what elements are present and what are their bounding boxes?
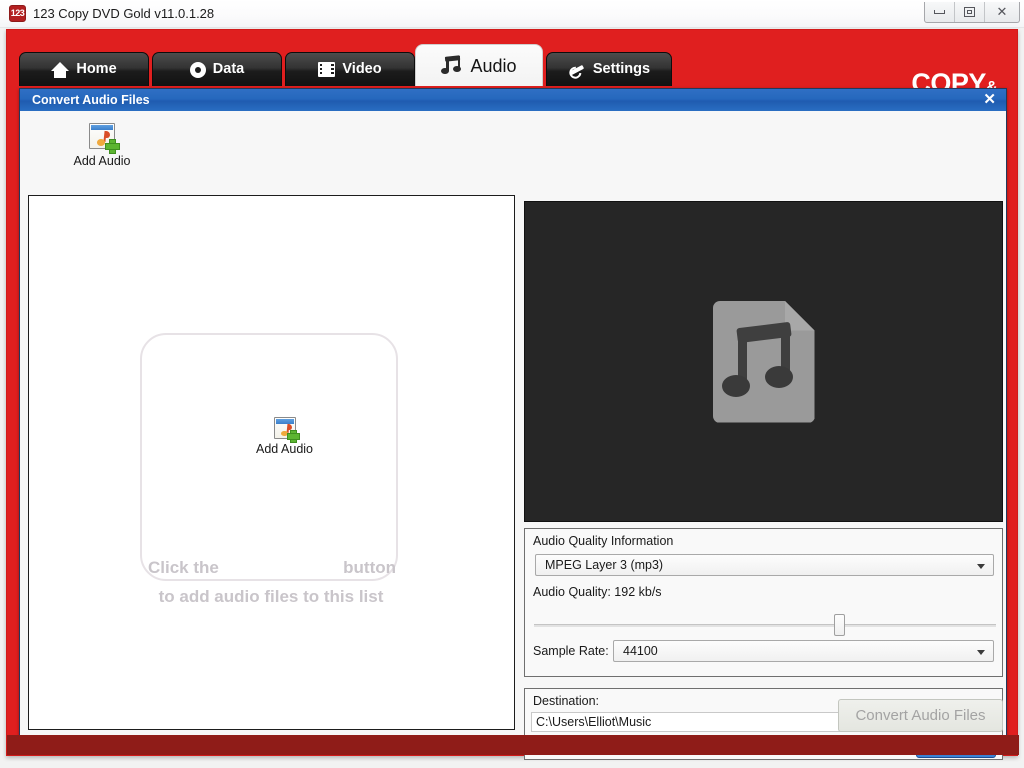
window-title: 123 Copy DVD Gold v11.0.1.28 xyxy=(33,6,215,21)
app-logo-123-icon: 123 xyxy=(9,5,26,22)
add-audio-icon xyxy=(273,417,300,443)
audio-format-value: MPEG Layer 3 (mp3) xyxy=(545,558,664,572)
tab-home-label: Home xyxy=(76,61,117,78)
audio-file-list[interactable]: Add Audio Click the button to add audio … xyxy=(28,195,515,730)
close-icon: ✕ xyxy=(996,4,1008,20)
dropzone-add-audio-hint: Add Audio xyxy=(256,417,313,456)
tab-data-label: Data xyxy=(212,61,245,78)
dialog-body: Add Audio Add Audio Click the button to … xyxy=(20,111,1006,760)
music-file-icon xyxy=(712,300,815,423)
maximize-icon xyxy=(964,7,975,17)
dialog-close-button[interactable]: ✕ xyxy=(983,91,996,109)
slider-thumb[interactable] xyxy=(833,614,845,636)
convert-audio-dialog: Convert Audio Files ✕ Add Audio Add Audi… xyxy=(19,88,1007,760)
frame-bottom-band xyxy=(7,735,1019,755)
tab-audio[interactable]: Audio xyxy=(415,44,543,86)
convert-audio-files-button[interactable]: Convert Audio Files xyxy=(838,699,1003,732)
audio-quality-group-title: Audio Quality Information xyxy=(533,534,674,548)
tab-data[interactable]: Data xyxy=(152,52,282,86)
dropzone-text-after: button xyxy=(343,558,396,577)
sample-rate-label: Sample Rate: xyxy=(533,644,609,658)
audio-quality-slider[interactable] xyxy=(534,614,996,636)
audio-quality-group: Audio Quality Information MPEG Layer 3 (… xyxy=(524,528,1003,677)
tab-video[interactable]: Video xyxy=(285,52,415,86)
chevron-down-icon xyxy=(977,650,985,655)
slider-track xyxy=(534,624,996,627)
sample-rate-select[interactable]: 44100 xyxy=(613,640,994,662)
tab-video-label: Video xyxy=(342,61,382,78)
music-note-icon xyxy=(441,54,463,77)
wrench-icon xyxy=(568,62,586,78)
dropzone-text-before: Click the xyxy=(148,558,219,577)
dialog-titlebar: Convert Audio Files ✕ xyxy=(20,89,1006,111)
tab-audio-label: Audio xyxy=(470,55,517,76)
audio-preview-panel xyxy=(524,201,1003,522)
add-audio-button[interactable]: Add Audio xyxy=(56,123,148,185)
tab-settings-label: Settings xyxy=(592,61,651,78)
dialog-title-text: Convert Audio Files xyxy=(32,93,150,107)
minimize-icon xyxy=(934,10,945,14)
chevron-down-icon xyxy=(977,564,985,569)
destination-group-title: Destination: xyxy=(533,694,600,708)
window-titlebar: 123 123 Copy DVD Gold v11.0.1.28 ✕ xyxy=(0,0,1024,28)
sample-rate-value: 44100 xyxy=(623,644,658,658)
film-icon xyxy=(318,62,336,77)
audio-quality-label: Audio Quality: 192 kb/s xyxy=(533,585,662,599)
tab-settings[interactable]: Settings xyxy=(546,52,672,86)
app-frame: COPY& Home Data Video Audio xyxy=(6,29,1019,760)
application-window: 123 123 Copy DVD Gold v11.0.1.28 ✕ COPY&… xyxy=(0,0,1024,768)
dropzone-text-line2: to add audio files to this list xyxy=(158,587,384,606)
add-audio-icon xyxy=(89,123,120,154)
audio-format-select[interactable]: MPEG Layer 3 (mp3) xyxy=(535,554,994,576)
add-audio-button-label: Add Audio xyxy=(73,154,131,168)
home-icon xyxy=(51,61,70,78)
tab-home[interactable]: Home xyxy=(19,52,149,86)
audio-dropzone[interactable]: Add Audio Click the button to add audio … xyxy=(140,333,398,606)
close-button[interactable]: ✕ xyxy=(985,2,1019,22)
window-controls: ✕ xyxy=(924,2,1020,23)
dropzone-inline-button-label: Add Audio xyxy=(256,442,313,456)
minimize-button[interactable] xyxy=(925,2,955,22)
maximize-button[interactable] xyxy=(955,2,985,22)
main-tabbar: Home Data Video Audio Settings xyxy=(19,44,719,88)
disc-icon xyxy=(189,61,206,78)
